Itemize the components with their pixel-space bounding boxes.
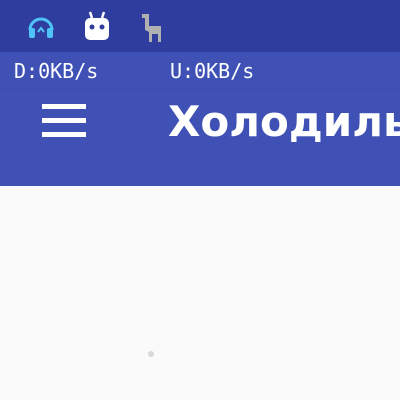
headphones-icon: [26, 8, 56, 44]
status-bar: [0, 0, 400, 52]
app-toolbar: Холодильн: [0, 90, 400, 186]
main-content: [0, 186, 400, 400]
android-robot-icon: [82, 8, 112, 44]
upload-speed: U:0KB/s: [170, 59, 255, 83]
network-speed-row: D:0KB/s U:0KB/s: [0, 52, 400, 90]
dot-mark: [148, 351, 154, 357]
download-speed: D:0KB/s: [14, 59, 99, 83]
menu-button[interactable]: [30, 90, 98, 152]
page-title: Холодильн: [168, 97, 400, 146]
llama-icon: [136, 8, 166, 44]
